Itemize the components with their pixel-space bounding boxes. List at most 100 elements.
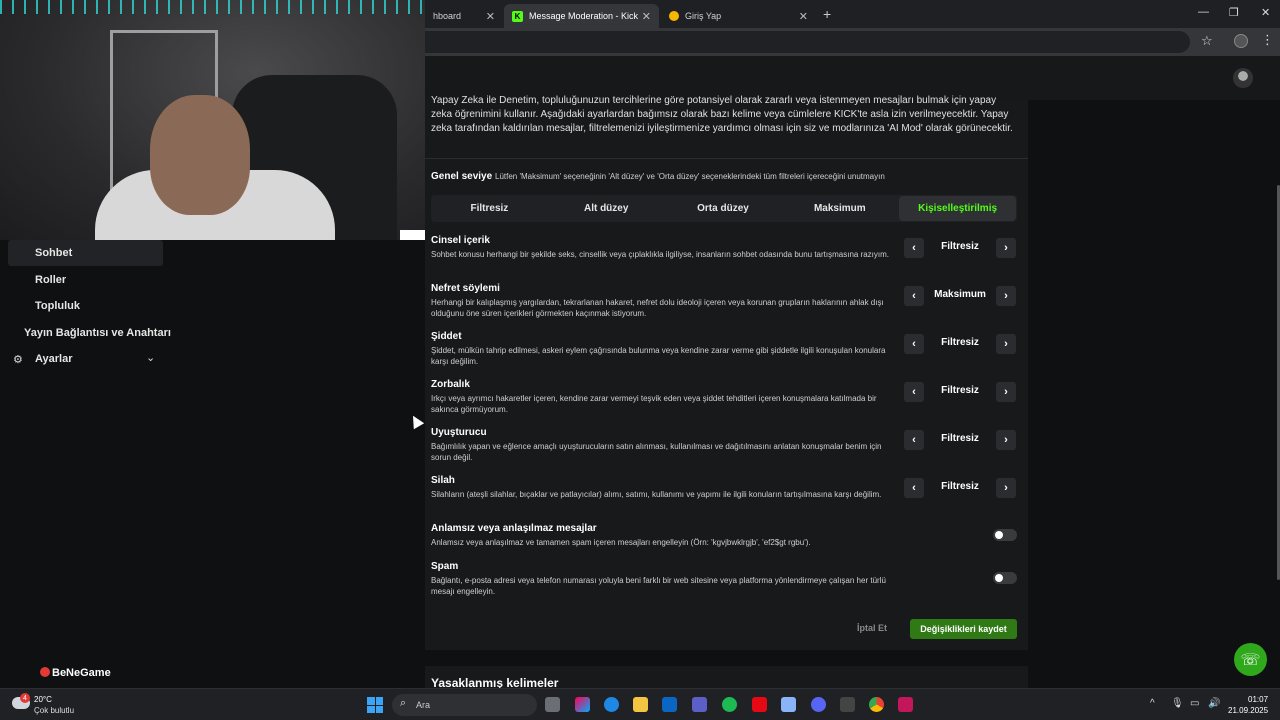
sidebar-item-topluluk[interactable]: Topluluk	[35, 300, 80, 312]
ai-moderation-panel: Yapay Zeka ile Denetim, topluluğunuzun t…	[425, 95, 1028, 650]
chevron-left-icon[interactable]: ‹	[904, 478, 924, 498]
support-chat-button[interactable]: ☏	[1234, 643, 1267, 676]
app-icon[interactable]	[840, 697, 855, 712]
level-alt-duzey[interactable]: Alt düzey	[548, 195, 665, 222]
tab-dashboard[interactable]: hboard ✕	[425, 4, 503, 28]
task-view-icon[interactable]	[545, 697, 560, 712]
category-value: Filtresiz	[941, 433, 979, 444]
chevron-right-icon[interactable]: ›	[996, 286, 1016, 306]
chevron-left-icon[interactable]: ‹	[904, 382, 924, 402]
sidebar-item-sohbet[interactable]: Sohbet	[35, 247, 72, 259]
category-title: Cinsel içerik	[431, 235, 490, 246]
close-icon[interactable]: ✕	[642, 10, 651, 23]
settings-sidebar: Sohbet Roller Topluluk Yayın Bağlantısı …	[0, 240, 425, 688]
close-window-button[interactable]: ✕	[1261, 6, 1270, 19]
address-field[interactable]	[425, 31, 1190, 53]
chevron-right-icon[interactable]: ›	[996, 334, 1016, 354]
led-lights	[0, 0, 425, 14]
weather-temperature[interactable]: 20°C	[34, 695, 52, 704]
minimize-button[interactable]: —	[1198, 6, 1209, 18]
category-title: Uyuşturucu	[431, 427, 487, 438]
chrome-icon[interactable]	[869, 697, 884, 712]
level-filtresiz[interactable]: Filtresiz	[431, 195, 548, 222]
category-title: Nefret söylemi	[431, 283, 500, 294]
toggle-desc: Anlamsız veya anlaşılmaz ve tamamen spam…	[431, 538, 811, 547]
sidebar-active-highlight	[8, 240, 163, 266]
netflix-icon[interactable]	[752, 697, 767, 712]
windows-taskbar: 4 20°C Çok bulutlu ⌕ Ara ^ 🎙 ▭ 🔊 01:07 2…	[0, 688, 1280, 720]
sidebar-item-ayarlar[interactable]: Ayarlar	[35, 353, 73, 365]
profile-avatar-icon[interactable]	[1234, 34, 1248, 48]
person-head	[150, 95, 250, 215]
chevron-left-icon[interactable]: ‹	[904, 430, 924, 450]
outlook-icon[interactable]	[662, 697, 677, 712]
category-desc: Bağımlılık yapan ve eğlence amaçlı uyuşt…	[431, 442, 882, 462]
category-title: Şiddet	[431, 331, 462, 342]
category-desc: Irkçı veya ayrımcı hakaretler içeren, ke…	[431, 394, 877, 414]
level-orta-duzey[interactable]: Orta düzey	[665, 195, 782, 222]
toggle-title: Anlamsız veya anlaşılmaz mesajlar	[431, 523, 597, 534]
tab-label: Giriş Yap	[685, 11, 722, 21]
level-maksimum[interactable]: Maksimum	[781, 195, 898, 222]
level-kisisellestirilmis[interactable]: Kişiselleştirilmiş	[899, 196, 1016, 221]
close-icon[interactable]: ✕	[486, 10, 495, 23]
tab-giris-yap[interactable]: Giriş Yap ✕	[661, 4, 816, 28]
close-icon[interactable]: ✕	[799, 10, 808, 23]
toggle-switch[interactable]	[993, 572, 1017, 584]
settings-app-icon[interactable]	[781, 697, 796, 712]
browser-tabbar: hboard ✕ K Message Moderation - Kick Das…	[425, 0, 1280, 28]
category-value: Filtresiz	[941, 385, 979, 396]
spotify-icon[interactable]	[722, 697, 737, 712]
teams-icon[interactable]	[692, 697, 707, 712]
category-value: Maksimum	[934, 289, 986, 300]
chevron-left-icon[interactable]: ‹	[904, 238, 924, 258]
chevron-down-icon[interactable]: ⌄	[146, 351, 155, 364]
chevron-right-icon[interactable]: ›	[996, 430, 1016, 450]
mouse-cursor-icon	[407, 412, 425, 430]
chevron-up-icon[interactable]: ^	[1150, 698, 1155, 709]
save-button[interactable]: Değişiklikleri kaydet	[910, 619, 1017, 639]
category-value: Filtresiz	[941, 241, 979, 252]
chevron-right-icon[interactable]: ›	[996, 478, 1016, 498]
windows-start-icon[interactable]	[367, 697, 383, 713]
gear-icon: ⚙	[13, 354, 23, 366]
intro-text: Yapay Zeka ile Denetim, topluluğunuzun t…	[431, 95, 1013, 134]
cancel-button[interactable]: İptal Et	[857, 623, 887, 633]
chevron-right-icon[interactable]: ›	[996, 382, 1016, 402]
toggle-desc: Bağlantı, e-posta adresi veya telefon nu…	[431, 576, 886, 596]
system-clock[interactable]: 01:07 21.09.2025	[1228, 694, 1268, 716]
bookmark-star-icon[interactable]: ☆	[1201, 33, 1213, 49]
tab-label: hboard	[433, 11, 462, 21]
tab-message-moderation[interactable]: K Message Moderation - Kick Das ✕	[504, 4, 659, 28]
clock-time: 01:07	[1248, 695, 1269, 704]
screen: hboard ✕ K Message Moderation - Kick Das…	[0, 0, 1280, 720]
menu-kebab-icon[interactable]: ⋮	[1261, 32, 1274, 48]
edge-icon[interactable]	[604, 697, 619, 712]
discord-icon[interactable]	[811, 697, 826, 712]
webcam-strip	[400, 230, 425, 240]
kick-icon: K	[512, 10, 523, 22]
sidebar-item-yayin-baglantisi[interactable]: Yayın Bağlantısı ve Anahtarı	[24, 327, 171, 339]
chevron-left-icon[interactable]: ‹	[904, 334, 924, 354]
app-icon[interactable]	[898, 697, 913, 712]
category-desc: Sohbet konusu herhangi bir şekilde seks,…	[431, 250, 890, 259]
sidebar-item-roller[interactable]: Roller	[35, 274, 66, 286]
new-tab-button[interactable]: +	[823, 6, 831, 22]
divider	[425, 158, 1028, 159]
file-explorer-icon[interactable]	[633, 697, 648, 712]
site-icon	[669, 11, 679, 21]
user-avatar[interactable]	[1233, 68, 1253, 88]
taskbar-search[interactable]: ⌕ Ara	[392, 694, 537, 716]
address-bar-row: ☆ ⋮	[425, 28, 1280, 56]
chevron-left-icon[interactable]: ‹	[904, 286, 924, 306]
copilot-icon[interactable]	[575, 697, 590, 712]
toggle-switch[interactable]	[993, 529, 1017, 541]
maximize-button[interactable]: ❐	[1229, 6, 1239, 19]
network-icon[interactable]: ▭	[1190, 698, 1199, 709]
general-level-label: Genel seviye	[431, 171, 493, 182]
volume-icon[interactable]: 🔊	[1208, 698, 1220, 709]
watermark: BeNeGame	[40, 667, 111, 679]
microphone-icon[interactable]: 🎙	[1171, 698, 1184, 709]
chevron-right-icon[interactable]: ›	[996, 238, 1016, 258]
weather-condition[interactable]: Çok bulutlu	[34, 706, 74, 715]
